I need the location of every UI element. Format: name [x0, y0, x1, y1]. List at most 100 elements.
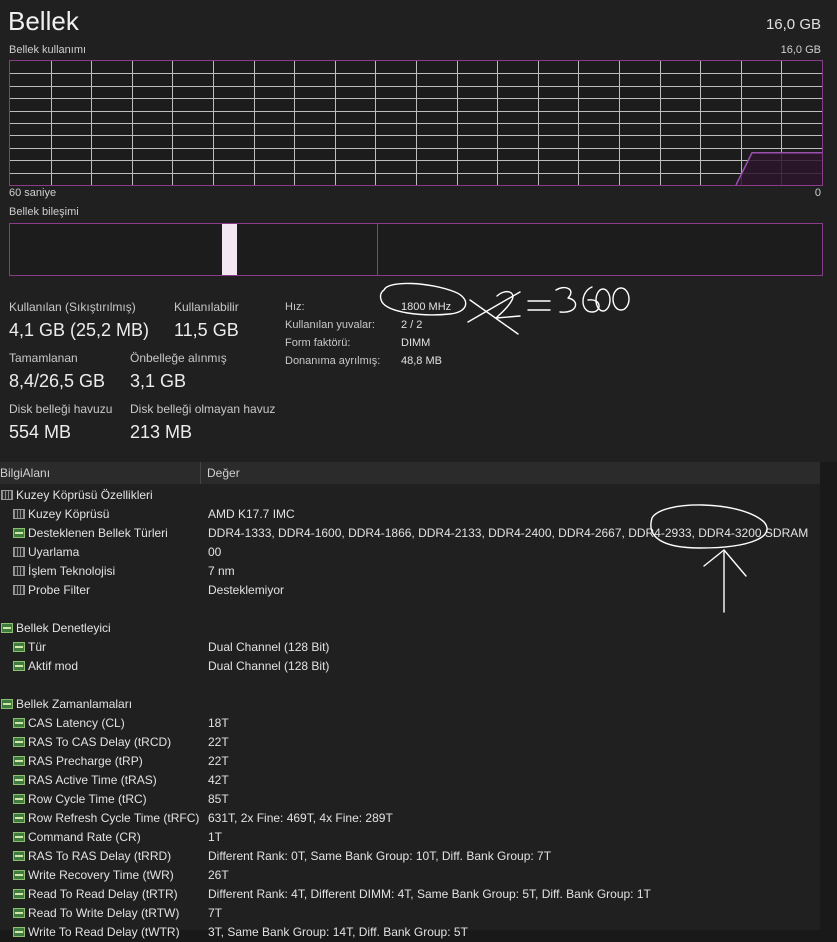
memory-module-icon — [13, 870, 25, 880]
slots-value: 2 / 2 — [401, 319, 423, 331]
table-row[interactable]: İşlem Teknolojisi 7 nm — [0, 562, 820, 581]
table-row[interactable]: Write To Read Delay (tWTR) 3T, Same Bank … — [0, 923, 820, 942]
composition-standby — [237, 224, 377, 275]
row-label: Desteklenen Bellek Türleri — [28, 526, 168, 540]
memory-module-icon — [13, 908, 25, 918]
memory-module-icon — [13, 889, 25, 899]
table-row[interactable]: RAS To RAS Delay (tRRD) Different Rank: 0… — [0, 847, 820, 866]
chip-icon — [13, 585, 25, 595]
memory-composition-bar — [9, 223, 823, 276]
memory-module-icon — [13, 832, 25, 842]
nonpaged-pool-label: Disk belleği olmayan havuz — [130, 402, 276, 416]
table-row[interactable]: Uyarlama 00 — [0, 543, 820, 562]
memory-usage-graph — [9, 60, 823, 186]
form-factor-label: Form faktörü: — [285, 337, 351, 349]
memory-module-icon — [13, 642, 25, 652]
row-label: Kuzey Köprüsü Özellikleri — [16, 488, 153, 502]
form-factor-value: DIMM — [401, 337, 431, 349]
composition-svg — [10, 224, 378, 275]
table-row[interactable]: Desteklenen Bellek Türleri DDR4-1333, DDR… — [0, 524, 820, 543]
usage-graph-svg — [10, 61, 822, 185]
row-label: RAS Active Time (tRAS) — [28, 773, 157, 787]
table-row[interactable]: Command Rate (CR) 1T — [0, 828, 820, 847]
table-row[interactable]: Write Recovery Time (tWR) 26T — [0, 866, 820, 885]
row-label: Uyarlama — [28, 545, 80, 559]
graph-right-time: 0 — [814, 187, 821, 199]
table-row[interactable]: Read To Read Delay (tRTR) Different Rank:… — [0, 885, 820, 904]
memory-module-icon — [13, 775, 25, 785]
table-row[interactable]: Row Refresh Cycle Time (tRFC) 631T, 2x Fi… — [0, 809, 820, 828]
composition-label: Bellek bileşimi — [9, 206, 79, 218]
chip-icon — [1, 490, 13, 500]
table-row[interactable]: Kuzey Köprüsü AMD K17.7 IMC — [0, 505, 820, 524]
table-row[interactable]: Probe Filter Desteklemiyor — [0, 581, 820, 600]
column-separator[interactable] — [200, 462, 201, 484]
memory-module-icon — [13, 813, 25, 823]
table-row[interactable]: RAS Active Time (tRAS) 42T — [0, 771, 820, 790]
memory-module-icon — [13, 927, 25, 937]
row-label: Bellek Denetleyici — [16, 621, 111, 635]
memory-module-icon — [13, 528, 25, 538]
table-group-row[interactable]: Kuzey Köprüsü Özellikleri — [0, 486, 820, 505]
row-value: Desteklemiyor — [208, 583, 285, 597]
available-label: Kullanılabilir — [174, 300, 239, 314]
committed-value: 8,4/26,5 GB — [9, 371, 106, 391]
speed-value: 1800 MHz — [401, 301, 452, 313]
table-row[interactable]: Row Cycle Time (tRC) 85T — [0, 790, 820, 809]
info-table: BilgiAlanı Değer Kuzey Köprüsü Özellikle… — [0, 462, 820, 939]
row-label: İşlem Teknolojisi — [28, 564, 116, 578]
cached-label: Önbelleğe alınmış — [130, 351, 227, 365]
table-row[interactable]: Aktif mod Dual Channel (128 Bit) — [0, 657, 820, 676]
table-group-row[interactable]: Bellek Denetleyici — [0, 619, 820, 638]
graph-label: Bellek kullanımı — [9, 44, 87, 56]
row-value: 85T — [208, 792, 229, 806]
table-blank-row — [0, 600, 820, 619]
row-value: 7 nm — [208, 564, 235, 578]
graph-max-label: 16,0 GB — [780, 44, 821, 56]
row-value: Dual Channel (128 Bit) — [208, 659, 330, 673]
memory-module-icon — [13, 794, 25, 804]
row-label: Bellek Zamanlamaları — [16, 697, 133, 711]
row-value: 631T, 2x Fine: 469T, 4x Fine: 289T — [208, 811, 393, 825]
memory-module-icon — [13, 661, 25, 671]
row-label: Probe Filter — [28, 583, 91, 597]
composition-in-use — [10, 224, 222, 275]
memory-module-icon — [13, 851, 25, 861]
row-label: Write Recovery Time (tWR) — [28, 868, 174, 882]
row-value: AMD K17.7 IMC — [208, 507, 295, 521]
row-value: DDR4-1333, DDR4-1600, DDR4-1866, DDR4-21… — [208, 526, 809, 540]
composition-modified — [222, 224, 237, 275]
row-label: RAS To RAS Delay (tRRD) — [28, 849, 172, 863]
column-header-value[interactable]: Değer — [207, 466, 240, 480]
row-label: Row Refresh Cycle Time (tRFC) — [28, 811, 200, 825]
available-value: 11,5 GB — [174, 320, 239, 340]
row-label: RAS To CAS Delay (tRCD) — [28, 735, 172, 749]
committed-label: Tamamlanan — [9, 351, 78, 365]
row-value: 18T — [208, 716, 229, 730]
table-row[interactable]: Tür Dual Channel (128 Bit) — [0, 638, 820, 657]
memory-module-icon — [1, 699, 13, 709]
row-value: Dual Channel (128 Bit) — [208, 640, 330, 654]
table-row[interactable]: RAS To CAS Delay (tRCD) 22T — [0, 733, 820, 752]
row-value: 22T — [208, 754, 229, 768]
hardware-reserved-value: 48,8 MB — [401, 355, 442, 367]
row-label: Read To Read Delay (tRTR) — [28, 887, 178, 901]
memory-module-icon — [13, 756, 25, 766]
total-memory: 16,0 GB — [765, 16, 821, 33]
row-value: 7T — [208, 906, 223, 920]
paged-pool-value: 554 MB — [9, 422, 72, 442]
row-value: 42T — [208, 773, 229, 787]
task-manager-memory-panel: Bellek 16,0 GB Bellek kullanımı 16,0 GB … — [0, 0, 837, 462]
table-row[interactable]: Read To Write Delay (tRTW) 7T — [0, 904, 820, 923]
row-value: 22T — [208, 735, 229, 749]
row-label: Write To Read Delay (tWTR) — [28, 925, 180, 939]
table-row[interactable]: RAS Precharge (tRP) 22T — [0, 752, 820, 771]
row-label: Row Cycle Time (tRC) — [28, 792, 147, 806]
column-header-field[interactable]: BilgiAlanı — [0, 466, 50, 480]
slots-label: Kullanılan yuvalar: — [285, 319, 375, 331]
table-row[interactable]: CAS Latency (CL) 18T — [0, 714, 820, 733]
table-group-row[interactable]: Bellek Zamanlamaları — [0, 695, 820, 714]
row-value: Different Rank: 0T, Same Bank Group: 10T… — [208, 849, 552, 863]
row-label: Command Rate (CR) — [28, 830, 141, 844]
table-header: BilgiAlanı Değer — [0, 462, 820, 484]
